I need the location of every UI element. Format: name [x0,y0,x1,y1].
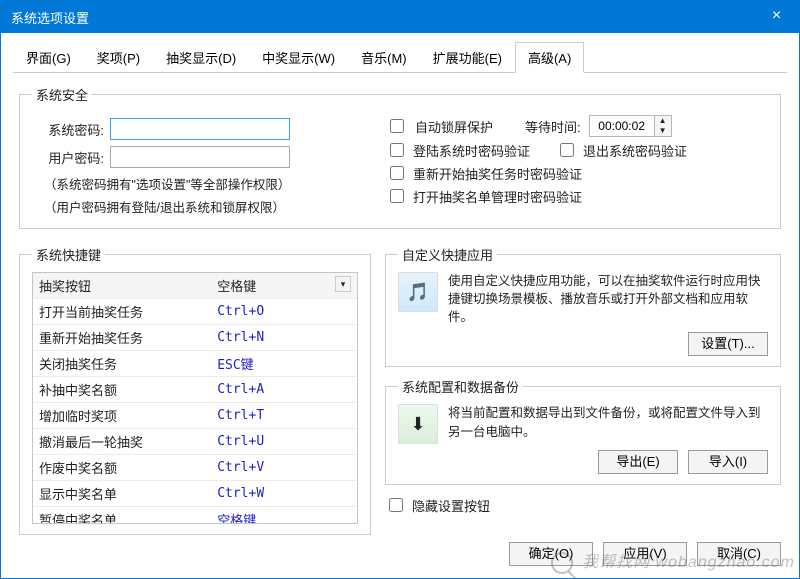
hotkeys-group: 系统快捷键 抽奖按钮 空格键 ▾ 打开当前抽奖任务Ctrl+O重新开始抽奖任务C… [19,245,371,535]
hotkey-key: Ctrl+U [211,429,357,455]
hotkey-action: 显示中奖名单 [33,481,211,507]
shortcut-app-desc: 使用自定义快捷应用功能，可以在抽奖软件运行时应用快捷键切换场景模板、播放音乐或打… [448,272,768,326]
login-verify-checkbox[interactable] [390,143,404,157]
hotkey-key: Ctrl+V [211,455,357,481]
wait-time-input[interactable] [590,116,654,136]
hotkey-action: 增加临时奖项 [33,403,211,429]
syspw-label: 系统密码: [32,120,104,139]
hotkey-action: 暂停中奖名单 [33,507,211,525]
spin-down-icon[interactable]: ▼ [655,126,671,136]
hotkey-key: Ctrl+W [211,481,357,507]
table-row[interactable]: 关闭抽奖任务ESC键 [33,351,357,377]
hotkey-header-key: 空格键 [217,279,256,294]
hotkey-key: 空格键 [211,507,357,525]
titlebar: 系统选项设置 × [1,1,799,33]
hotkey-key: Ctrl+N [211,325,357,351]
close-icon[interactable]: × [754,1,799,33]
table-row[interactable]: 暂停中奖名单空格键 [33,507,357,525]
security-group: 系统安全 系统密码: 用户密码: （系统密码拥有"选项设置"等全部操作权限） （… [19,85,781,229]
shortcut-app-legend: 自定义快捷应用 [398,245,497,264]
hotkey-header-action: 抽奖按钮 [33,273,211,299]
hotkey-header-row: 抽奖按钮 空格键 ▾ [33,273,357,299]
user-password-input[interactable] [110,146,290,168]
import-button[interactable]: 导入(I) [688,450,768,474]
hotkey-action: 补抽中奖名额 [33,377,211,403]
hotkey-key: Ctrl+O [211,299,357,325]
wait-time-spinner: ▲ ▼ [589,115,672,137]
tab-interface[interactable]: 界面(G) [13,42,84,73]
tabs: 界面(G) 奖项(P) 抽奖显示(D) 中奖显示(W) 音乐(M) 扩展功能(E… [13,41,787,73]
backup-desc: 将当前配置和数据导出到文件备份，或将配置文件导入到另一台电脑中。 [448,404,768,440]
restart-verify-label: 重新开始抽奖任务时密码验证 [413,164,582,183]
hotkey-action: 作废中奖名额 [33,455,211,481]
auto-lock-checkbox[interactable] [390,119,404,133]
download-icon: ⬇ [398,404,438,444]
hotkey-key: ESC键 [211,351,357,377]
security-legend: 系统安全 [32,85,92,104]
tab-advanced[interactable]: 高级(A) [515,42,584,73]
shortcut-app-group: 自定义快捷应用 🎵 使用自定义快捷应用功能，可以在抽奖软件运行时应用快捷键切换场… [385,245,781,367]
userpw-note: （用户密码拥有登陆/退出系统和锁屏权限） [44,197,372,216]
hotkeys-legend: 系统快捷键 [32,245,105,264]
open-verify-label: 打开抽奖名单管理时密码验证 [413,187,582,206]
login-verify-label: 登陆系统时密码验证 [413,141,530,160]
hide-settings-label: 隐藏设置按钮 [412,496,490,515]
table-row[interactable]: 补抽中奖名额Ctrl+A [33,377,357,403]
ok-button[interactable]: 确定(O) [509,542,593,566]
window-title: 系统选项设置 [11,8,89,27]
wait-label: 等待时间: [525,117,581,136]
cancel-button[interactable]: 取消(C) [697,542,781,566]
tab-draw-display[interactable]: 抽奖显示(D) [153,42,249,73]
table-row[interactable]: 打开当前抽奖任务Ctrl+O [33,299,357,325]
tab-prize[interactable]: 奖项(P) [84,42,153,73]
spin-up-icon[interactable]: ▲ [655,116,671,126]
syspw-note: （系统密码拥有"选项设置"等全部操作权限） [44,174,372,193]
table-row[interactable]: 撤消最后一轮抽奖Ctrl+U [33,429,357,455]
table-row[interactable]: 显示中奖名单Ctrl+W [33,481,357,507]
table-row[interactable]: 作废中奖名额Ctrl+V [33,455,357,481]
table-row[interactable]: 重新开始抽奖任务Ctrl+N [33,325,357,351]
auto-lock-label: 自动锁屏保护 [415,117,493,136]
exit-verify-label: 退出系统密码验证 [583,141,687,160]
open-verify-checkbox[interactable] [390,189,404,203]
backup-group: 系统配置和数据备份 ⬇ 将当前配置和数据导出到文件备份，或将配置文件导入到另一台… [385,377,781,485]
hotkey-key: Ctrl+A [211,377,357,403]
hotkey-action: 重新开始抽奖任务 [33,325,211,351]
apply-button[interactable]: 应用(V) [603,542,687,566]
backup-legend: 系统配置和数据备份 [398,377,523,396]
exit-verify-checkbox[interactable] [560,143,574,157]
shortcut-settings-button[interactable]: 设置(T)... [688,332,768,356]
folder-music-icon: 🎵 [398,272,438,312]
restart-verify-checkbox[interactable] [390,166,404,180]
hotkey-key: Ctrl+T [211,403,357,429]
hotkey-action: 关闭抽奖任务 [33,351,211,377]
tab-music[interactable]: 音乐(M) [348,42,420,73]
userpw-label: 用户密码: [32,148,104,167]
system-password-input[interactable] [110,118,290,140]
chevron-down-icon[interactable]: ▾ [335,276,351,292]
hide-settings-checkbox[interactable] [389,498,403,512]
table-row[interactable]: 增加临时奖项Ctrl+T [33,403,357,429]
hotkey-action: 撤消最后一轮抽奖 [33,429,211,455]
tab-win-display[interactable]: 中奖显示(W) [249,42,348,73]
tab-extensions[interactable]: 扩展功能(E) [420,42,515,73]
hotkey-action: 打开当前抽奖任务 [33,299,211,325]
dialog-footer: 确定(O) 应用(V) 取消(C) [509,542,781,566]
hotkey-list[interactable]: 抽奖按钮 空格键 ▾ 打开当前抽奖任务Ctrl+O重新开始抽奖任务Ctrl+N关… [32,272,358,524]
export-button[interactable]: 导出(E) [598,450,678,474]
